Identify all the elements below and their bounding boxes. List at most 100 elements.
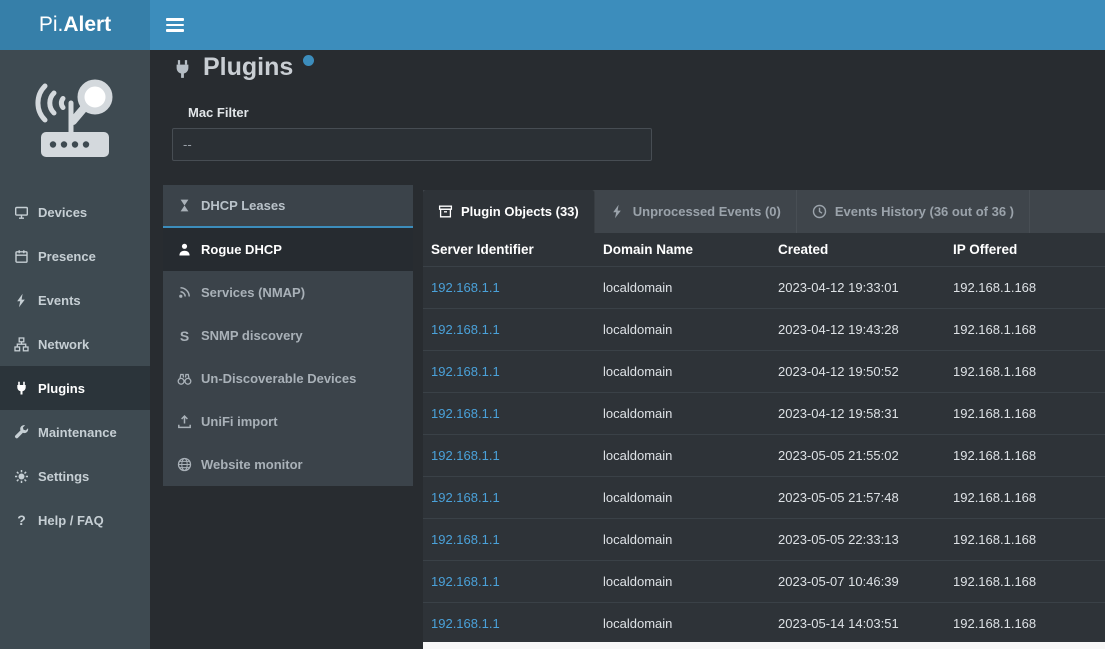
tab-events-history[interactable]: Events History (36 out of 36 ) <box>797 190 1030 233</box>
cell-server-identifier[interactable]: 192.168.1.1 <box>423 616 595 631</box>
plug-icon <box>14 381 29 396</box>
clock-icon <box>812 204 827 219</box>
cell-server-identifier[interactable]: 192.168.1.1 <box>423 532 595 547</box>
brand-text-light: Pi. <box>39 13 64 37</box>
box-icon <box>438 204 453 219</box>
sidebar-item-events[interactable]: Events <box>0 278 150 322</box>
plugin-nav-item-snmp-discovery[interactable]: S SNMP discovery <box>163 314 413 357</box>
plugin-nav-item-undiscoverable-devices[interactable]: Un-Discoverable Devices <box>163 357 413 400</box>
hourglass-icon <box>177 198 192 213</box>
hamburger-icon[interactable] <box>164 14 186 36</box>
cell-ip-offered: 192.168.1.168 <box>945 532 1105 547</box>
table-row[interactable]: 192.168.1.1 localdomain 2023-05-07 10:46… <box>423 560 1105 602</box>
cell-server-identifier[interactable]: 192.168.1.1 <box>423 574 595 589</box>
sidebar-item-label: Plugins <box>38 381 85 396</box>
sidebar-item-label: Settings <box>38 469 89 484</box>
brand-logo[interactable]: Pi.Alert <box>0 0 150 50</box>
table-row[interactable]: 192.168.1.1 localdomain 2023-04-12 19:43… <box>423 308 1105 350</box>
plug-icon <box>172 59 193 80</box>
gear-icon <box>14 469 29 484</box>
cell-created: 2023-04-12 19:43:28 <box>770 322 945 337</box>
table-row[interactable]: 192.168.1.1 localdomain 2023-05-05 22:33… <box>423 518 1105 560</box>
cell-created: 2023-04-12 19:50:52 <box>770 364 945 379</box>
table-row[interactable]: 192.168.1.1 localdomain 2023-04-12 19:33… <box>423 266 1105 308</box>
plugin-nav-item-rogue-dhcp[interactable]: Rogue DHCP <box>163 228 413 271</box>
cell-created: 2023-05-14 14:03:51 <box>770 616 945 631</box>
tab-plugin-objects[interactable]: Plugin Objects (33) <box>423 190 595 233</box>
sidebar-item-network[interactable]: Network <box>0 322 150 366</box>
table-row[interactable]: 192.168.1.1 localdomain 2023-04-12 19:58… <box>423 392 1105 434</box>
lightning-icon <box>610 204 625 219</box>
mac-filter-label: Mac Filter <box>188 105 249 120</box>
plugin-nav-item-website-monitor[interactable]: Website monitor <box>163 443 413 486</box>
main-content: Plugins Mac Filter DHCP Leases Rogue DHC… <box>150 50 1105 649</box>
column-header-domain-name: Domain Name <box>595 242 770 257</box>
mac-filter-input[interactable] <box>172 128 652 161</box>
page-bottom-strip <box>423 642 1105 649</box>
tab-label: Unprocessed Events (0) <box>633 204 781 219</box>
cell-domain-name: localdomain <box>595 322 770 337</box>
tab-unprocessed-events[interactable]: Unprocessed Events (0) <box>595 190 797 233</box>
column-header-ip-offered: IP Offered <box>945 242 1105 257</box>
page-title: Plugins <box>172 53 314 82</box>
cell-domain-name: localdomain <box>595 490 770 505</box>
table-row[interactable]: 192.168.1.1 localdomain 2023-04-12 19:50… <box>423 350 1105 392</box>
cell-created: 2023-05-05 21:57:48 <box>770 490 945 505</box>
cell-server-identifier[interactable]: 192.168.1.1 <box>423 406 595 421</box>
cell-domain-name: localdomain <box>595 448 770 463</box>
lightning-icon <box>14 293 29 308</box>
cell-server-identifier[interactable]: 192.168.1.1 <box>423 490 595 505</box>
sidebar-item-label: Network <box>38 337 89 352</box>
plugin-nav-item-services-nmap[interactable]: Services (NMAP) <box>163 271 413 314</box>
plugin-nav-label: Un-Discoverable Devices <box>201 371 356 386</box>
cell-created: 2023-05-05 22:33:13 <box>770 532 945 547</box>
plugin-nav-label: Website monitor <box>201 457 303 472</box>
plugin-nav-item-unifi-import[interactable]: UniFi import <box>163 400 413 443</box>
table-header-row: Server Identifier Domain Name Created IP… <box>423 233 1105 266</box>
plugin-nav-label: DHCP Leases <box>201 198 285 213</box>
cell-server-identifier[interactable]: 192.168.1.1 <box>423 322 595 337</box>
letter-s-icon: S <box>177 328 192 344</box>
broadcast-icon <box>177 285 192 300</box>
sidebar-item-help-faq[interactable]: ? Help / FAQ <box>0 498 150 542</box>
plugin-nav-item-dhcp-leases[interactable]: DHCP Leases <box>163 185 413 228</box>
cell-ip-offered: 192.168.1.168 <box>945 322 1105 337</box>
sidebar-item-settings[interactable]: Settings <box>0 454 150 498</box>
upload-icon <box>177 414 192 429</box>
plugin-objects-table: Server Identifier Domain Name Created IP… <box>423 233 1105 642</box>
cell-server-identifier[interactable]: 192.168.1.1 <box>423 280 595 295</box>
sidebar-item-presence[interactable]: Presence <box>0 234 150 278</box>
sidebar-item-label: Events <box>38 293 81 308</box>
column-header-server-identifier: Server Identifier <box>423 242 595 257</box>
table-row[interactable]: 192.168.1.1 localdomain 2023-05-14 14:03… <box>423 602 1105 642</box>
cell-ip-offered: 192.168.1.168 <box>945 406 1105 421</box>
sidebar-item-devices[interactable]: Devices <box>0 190 150 234</box>
cell-ip-offered: 192.168.1.168 <box>945 364 1105 379</box>
brand-text-bold: Alert <box>63 13 111 37</box>
table-row[interactable]: 192.168.1.1 localdomain 2023-05-05 21:57… <box>423 476 1105 518</box>
cell-created: 2023-05-07 10:46:39 <box>770 574 945 589</box>
sidebar-item-label: Help / FAQ <box>38 513 104 528</box>
cell-server-identifier[interactable]: 192.168.1.1 <box>423 448 595 463</box>
cell-domain-name: localdomain <box>595 280 770 295</box>
globe-icon <box>177 457 192 472</box>
wrench-icon <box>14 425 29 440</box>
column-header-created: Created <box>770 242 945 257</box>
tab-label: Plugin Objects (33) <box>461 204 579 219</box>
sidebar: Devices Presence Events Network Plugins … <box>0 50 150 649</box>
table-row[interactable]: 192.168.1.1 localdomain 2023-05-05 21:55… <box>423 434 1105 476</box>
plugin-nav-label: Services (NMAP) <box>201 285 305 300</box>
sidebar-item-plugins[interactable]: Plugins <box>0 366 150 410</box>
plugin-nav: DHCP Leases Rogue DHCP Services (NMAP) S… <box>163 185 413 486</box>
info-badge-icon[interactable] <box>303 55 314 66</box>
cell-ip-offered: 192.168.1.168 <box>945 616 1105 631</box>
sidebar-item-label: Devices <box>38 205 87 220</box>
sidebar-item-maintenance[interactable]: Maintenance <box>0 410 150 454</box>
cell-domain-name: localdomain <box>595 532 770 547</box>
plugin-nav-label: Rogue DHCP <box>201 242 282 257</box>
cell-domain-name: localdomain <box>595 616 770 631</box>
tab-bar: Plugin Objects (33) Unprocessed Events (… <box>423 190 1105 233</box>
calendar-icon <box>14 249 29 264</box>
cell-server-identifier[interactable]: 192.168.1.1 <box>423 364 595 379</box>
cell-ip-offered: 192.168.1.168 <box>945 448 1105 463</box>
